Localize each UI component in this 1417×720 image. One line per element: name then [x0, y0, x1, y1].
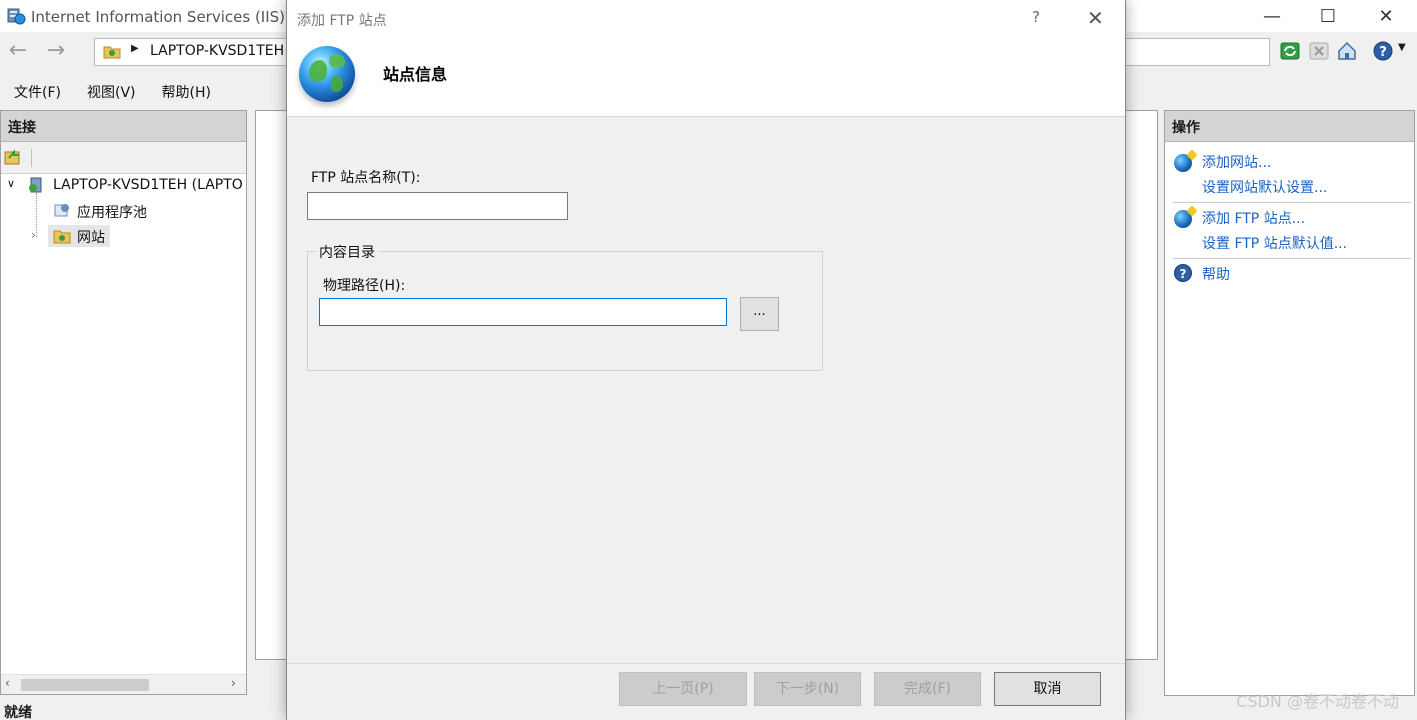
connections-toolbar [1, 142, 246, 174]
menu-view[interactable]: 视图(V) [73, 78, 148, 106]
physical-path-input[interactable] [319, 298, 727, 326]
content-directory-legend: 内容目录 [316, 242, 378, 262]
actions-separator [1173, 202, 1411, 203]
tree-sites[interactable]: 网站 [77, 227, 105, 247]
browse-button[interactable]: ... [740, 297, 779, 331]
toolbar-divider [31, 149, 32, 167]
menu-help[interactable]: 帮助(H) [148, 78, 223, 106]
globe-icon [299, 46, 355, 102]
add-ftp-site-dialog: 添加 FTP 站点 ? ✕ 站点信息 FTP 站点名称(T): 内容目录 物理路… [286, 0, 1126, 720]
expand-chevron-icon[interactable]: › [31, 228, 36, 242]
action-add-ftp-site[interactable]: 添加 FTP 站点... [1202, 208, 1305, 228]
forward-arrow-icon[interactable]: → [42, 40, 70, 64]
menu-bar: 文件(F) 视图(V) 帮助(H) [0, 78, 223, 106]
minimize-button[interactable]: — [1243, 0, 1301, 32]
app-pool-icon [54, 204, 69, 217]
dialog-help-button[interactable]: ? [1032, 8, 1040, 26]
tree-app-pools[interactable]: 应用程序池 [77, 202, 147, 222]
iis-app-icon [7, 8, 26, 25]
action-help-icon: ? [1174, 264, 1192, 282]
physical-path-label: 物理路径(H): [323, 278, 406, 294]
close-window-button[interactable]: ✕ [1357, 0, 1415, 32]
status-text: 就绪 [4, 705, 32, 720]
add-site-globe-icon [1174, 154, 1192, 172]
maximize-button[interactable]: ☐ [1299, 0, 1357, 32]
refresh-icon[interactable] [1279, 40, 1301, 62]
actions-separator [1173, 258, 1411, 259]
sites-folder-icon [53, 230, 71, 244]
svg-text:?: ? [1180, 267, 1187, 281]
main-window-title: Internet Information Services (IIS)管 [31, 8, 301, 26]
connect-icon[interactable] [3, 147, 23, 167]
tree-server[interactable]: LAPTOP-KVSD1TEH (LAPTO [53, 177, 243, 193]
site-name-label: FTP 站点名称(T): [311, 170, 421, 186]
folder-icon [103, 46, 121, 59]
site-name-input[interactable] [307, 192, 568, 220]
help-icon[interactable]: ? [1372, 40, 1394, 62]
watermark: CSDN @卷不动卷不动 [1236, 692, 1399, 711]
scroll-left-icon[interactable]: ‹ [5, 676, 10, 690]
scroll-right-icon[interactable]: › [231, 676, 236, 690]
action-site-defaults[interactable]: 设置网站默认设置... [1202, 177, 1327, 197]
collapse-chevron-icon[interactable]: ∨ [7, 177, 15, 190]
tree-line [36, 193, 37, 237]
action-help[interactable]: 帮助 [1202, 264, 1230, 284]
previous-button[interactable]: 上一页(P) [619, 672, 747, 706]
cancel-button[interactable]: 取消 [994, 672, 1101, 706]
connections-pane: 连接 ∨ LAPTOP-KVSD1TEH (LAPTO 应用程序池 › 网站 ‹… [0, 110, 247, 695]
back-arrow-icon[interactable]: ← [4, 40, 32, 64]
dialog-header: 站点信息 [287, 36, 1125, 117]
action-add-site[interactable]: 添加网站... [1202, 152, 1271, 172]
finish-button[interactable]: 完成(F) [874, 672, 981, 706]
dialog-titlebar: 添加 FTP 站点 ? ✕ [287, 0, 1125, 36]
menu-file[interactable]: 文件(F) [0, 78, 73, 106]
connections-header: 连接 [1, 111, 246, 142]
scrollbar-thumb[interactable] [21, 679, 149, 691]
actions-pane: 操作 添加网站... 设置网站默认设置... 添加 FTP 站点... 设置 F… [1164, 110, 1415, 696]
server-icon [29, 177, 42, 193]
dialog-title: 添加 FTP 站点 [297, 13, 387, 29]
actions-header: 操作 [1165, 111, 1414, 142]
help-dropdown-icon[interactable]: ▼ [1398, 42, 1406, 53]
dialog-heading: 站点信息 [383, 65, 448, 84]
horizontal-scrollbar[interactable]: ‹ › [1, 674, 246, 694]
dialog-close-icon[interactable]: ✕ [1087, 6, 1104, 30]
home-icon[interactable] [1336, 40, 1358, 62]
add-ftp-globe-icon [1174, 210, 1192, 228]
next-button[interactable]: 下一步(N) [754, 672, 861, 706]
action-ftp-defaults[interactable]: 设置 FTP 站点默认值... [1202, 233, 1347, 253]
breadcrumb-arrow-icon[interactable]: ▶ [131, 43, 139, 54]
stop-icon[interactable] [1308, 40, 1330, 62]
svg-text:?: ? [1379, 45, 1387, 60]
breadcrumb-server[interactable]: LAPTOP-KVSD1TEH [150, 43, 284, 59]
